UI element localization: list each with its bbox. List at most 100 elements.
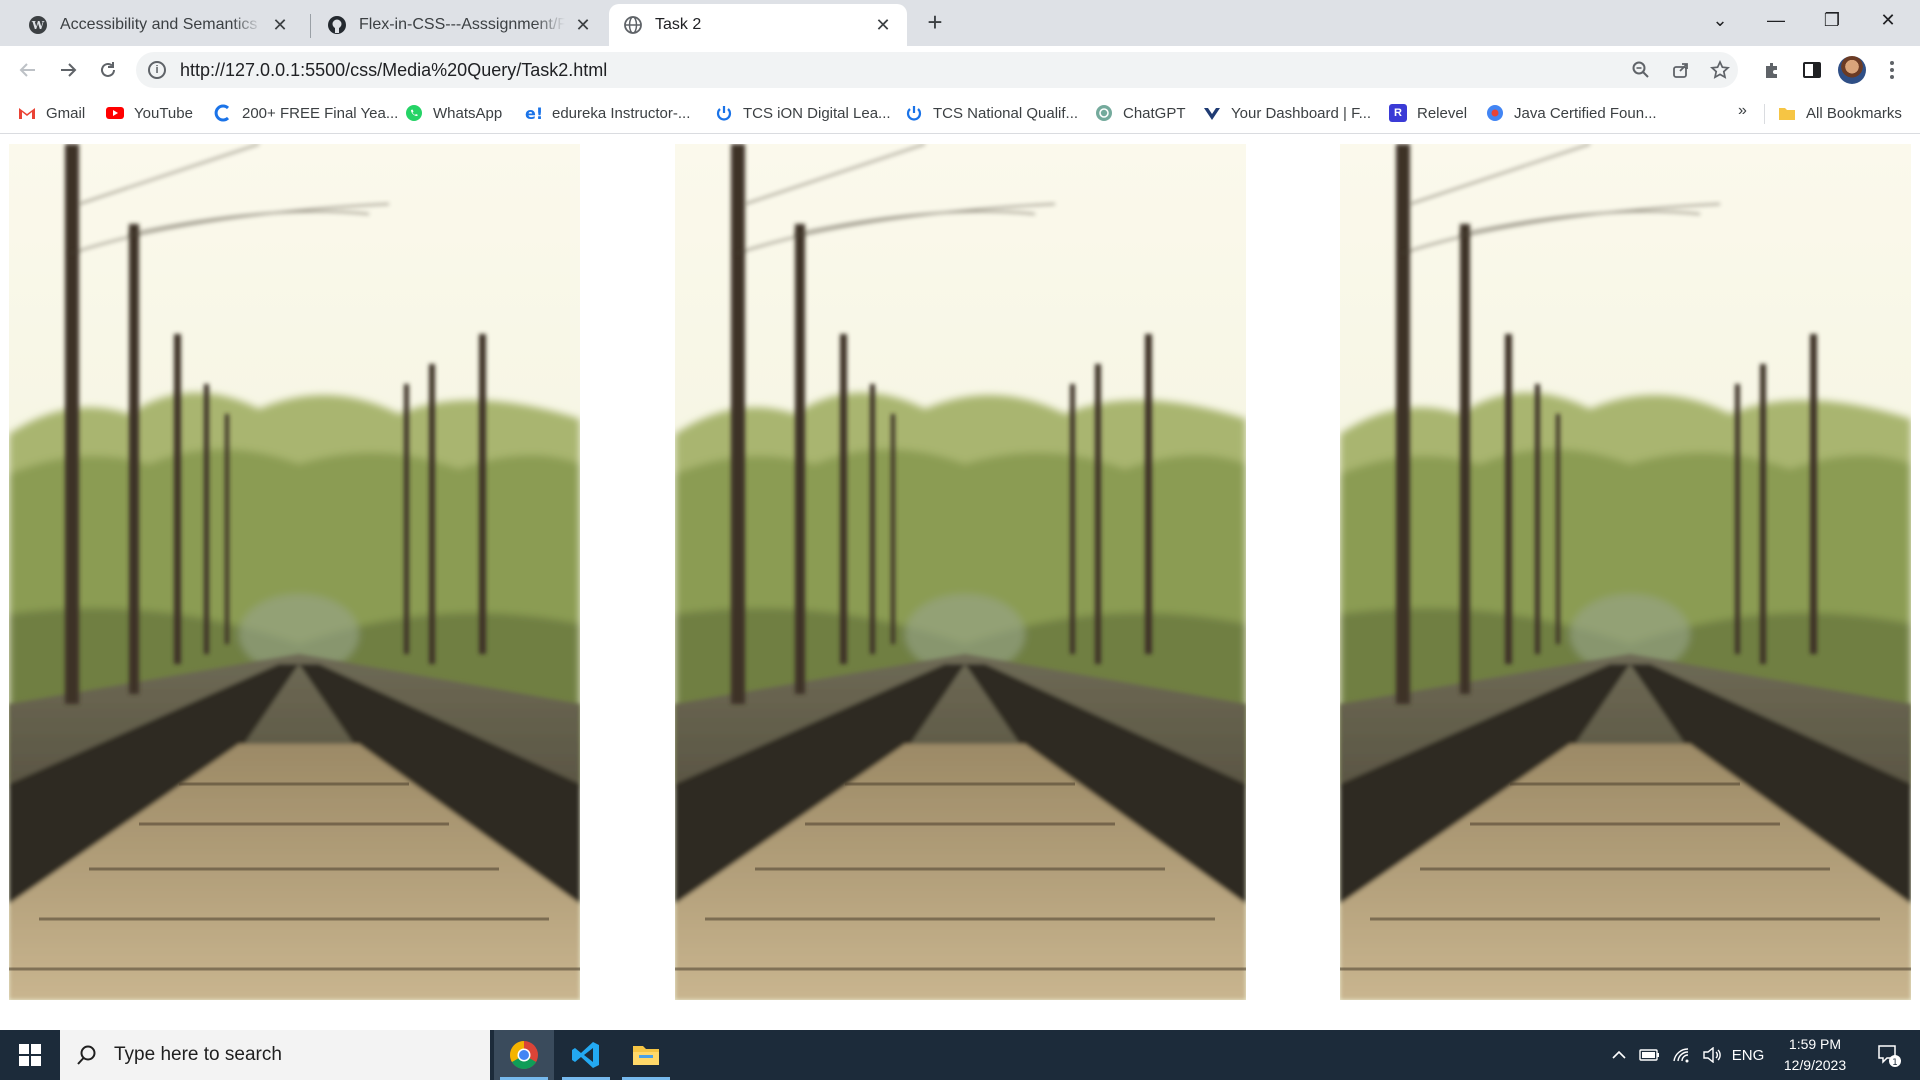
edureka-icon: e! — [525, 104, 542, 122]
reload-button[interactable] — [92, 54, 124, 86]
search-icon — [77, 1045, 96, 1065]
taskbar-vscode[interactable] — [556, 1030, 616, 1080]
notification-center-button[interactable]: 1 — [1864, 1030, 1914, 1080]
clock-time: 1:59 PM — [1788, 1036, 1842, 1052]
bookmark-label: Gmail — [46, 104, 86, 122]
profile-avatar[interactable] — [1838, 56, 1866, 84]
back-button[interactable] — [12, 54, 44, 86]
reload-icon — [101, 62, 115, 77]
minimize-button[interactable]: — — [1748, 0, 1804, 40]
svg-text:e!: e! — [525, 104, 542, 122]
taskbar-search[interactable]: Type here to search — [60, 1030, 490, 1080]
bookmark-youtube[interactable]: YouTube — [106, 94, 193, 132]
bookmark-label: TCS National Qualif... — [933, 104, 1079, 122]
site-info-icon[interactable]: i — [148, 61, 166, 79]
bookmark-edureka[interactable]: e! edureka Instructor-... — [524, 94, 690, 132]
svg-text:W: W — [31, 19, 45, 32]
bookmark-gmail[interactable]: Gmail — [18, 94, 85, 132]
zoom-icon[interactable] — [1623, 52, 1659, 88]
address-bar[interactable]: i http://127.0.0.1:5500/css/Media%20Quer… — [136, 52, 1738, 88]
dashboard-icon — [1204, 108, 1220, 120]
gmail-icon — [19, 108, 35, 119]
wordpress-icon: W — [29, 16, 47, 34]
close-icon[interactable]: ✕ — [270, 15, 290, 35]
battery-icon[interactable] — [1636, 1030, 1664, 1080]
folder-icon — [1779, 108, 1795, 120]
github-icon — [328, 16, 346, 34]
bookmark-java-certified[interactable]: Java Certified Foun... — [1486, 94, 1657, 132]
windows-logo-icon — [19, 1044, 41, 1066]
bookmarks-overflow-button[interactable]: » — [1738, 102, 1747, 120]
power-icon — [716, 106, 732, 121]
extensions-icon[interactable] — [1756, 54, 1788, 86]
railway-image-2 — [675, 144, 1246, 1000]
clock[interactable]: 1:59 PM 12/9/2023 — [1770, 1034, 1860, 1076]
tab-search-button[interactable]: ⌄ — [1692, 0, 1748, 40]
bookmark-label: Java Certified Foun... — [1514, 104, 1657, 122]
railway-image-3 — [1340, 144, 1911, 1000]
bookmark-tcs-ion[interactable]: TCS iON Digital Lea... — [715, 94, 891, 132]
bookmark-label: ChatGPT — [1123, 104, 1186, 122]
oracle-icon — [1487, 105, 1503, 121]
vscode-icon — [572, 1042, 599, 1068]
bookmark-label: Your Dashboard | F... — [1231, 104, 1372, 122]
tab-flex-in-css[interactable]: Flex-in-CSS---Asssignment/Flex/ ✕ — [313, 4, 607, 46]
start-button[interactable] — [0, 1030, 60, 1080]
url-text[interactable]: http://127.0.0.1:5500/css/Media%20Query/… — [180, 60, 607, 81]
bookmark-tcs-nqt[interactable]: TCS National Qualif... — [905, 94, 1078, 132]
notification-icon: 1 — [1878, 1045, 1901, 1068]
forward-button[interactable] — [52, 54, 84, 86]
tab-title: Task 2 — [655, 16, 702, 33]
chatgpt-icon — [1096, 105, 1112, 121]
taskbar-file-explorer[interactable] — [616, 1030, 676, 1080]
bookmark-label: WhatsApp — [433, 104, 503, 122]
bookmark-whatsapp[interactable]: WhatsApp — [405, 94, 502, 132]
bookmark-relevel[interactable]: R Relevel — [1389, 94, 1467, 132]
close-icon[interactable]: ✕ — [873, 15, 893, 35]
tab-title: Accessibility and Semantics - full — [60, 16, 262, 33]
tab-title: Flex-in-CSS---Asssignment/Flex/ — [359, 16, 565, 33]
taskbar-chrome[interactable] — [494, 1030, 554, 1080]
search-placeholder: Type here to search — [114, 1044, 282, 1065]
bookmark-label: edureka Instructor-... — [552, 104, 691, 122]
bookmarks-divider — [1764, 104, 1765, 124]
close-icon[interactable]: ✕ — [573, 15, 593, 35]
language-indicator[interactable]: ENG — [1728, 1030, 1768, 1080]
tab-task-2[interactable]: Task 2 ✕ — [609, 4, 907, 46]
page-content — [0, 134, 1920, 1030]
chrome-icon — [510, 1041, 538, 1069]
all-bookmarks-button[interactable]: All Bookmarks — [1778, 94, 1902, 132]
tab-separator — [310, 14, 311, 38]
side-panel-icon[interactable] — [1796, 54, 1828, 86]
arrow-left-icon — [19, 63, 35, 77]
bookmark-label: 200+ FREE Final Yea... — [242, 104, 399, 122]
browser-tab-strip: W Accessibility and Semantics - full ✕ F… — [0, 0, 1920, 46]
relevel-icon: R — [1389, 104, 1407, 122]
browser-toolbar: i http://127.0.0.1:5500/css/Media%20Quer… — [0, 46, 1920, 94]
bookmark-chatgpt[interactable]: ChatGPT — [1095, 94, 1186, 132]
bookmark-label: TCS iON Digital Lea... — [743, 104, 891, 122]
restore-button[interactable]: ❐ — [1804, 0, 1860, 40]
bookmarks-bar: Gmail YouTube 200+ FREE Final Yea... Wha… — [0, 94, 1920, 134]
bookmark-label: YouTube — [134, 104, 193, 122]
tab-accessibility[interactable]: W Accessibility and Semantics - full ✕ — [14, 4, 304, 46]
bookmark-dashboard[interactable]: Your Dashboard | F... — [1203, 94, 1371, 132]
volume-icon[interactable] — [1698, 1030, 1726, 1080]
whatsapp-icon — [406, 105, 422, 121]
menu-kebab-icon[interactable] — [1876, 54, 1908, 86]
bookmark-final-year[interactable]: 200+ FREE Final Yea... — [214, 94, 398, 132]
globe-icon — [624, 16, 642, 34]
railway-image-1 — [9, 144, 580, 1000]
show-hidden-icons[interactable] — [1606, 1030, 1632, 1080]
bookmark-star-icon[interactable] — [1702, 52, 1738, 88]
windows-taskbar: Type here to search ENG 1:59 PM 12/9/202… — [0, 1030, 1920, 1080]
all-bookmarks-label: All Bookmarks — [1806, 104, 1902, 122]
wifi-icon[interactable] — [1668, 1030, 1696, 1080]
arrow-right-icon — [61, 63, 77, 77]
file-explorer-icon — [633, 1046, 659, 1065]
bookmark-label: Relevel — [1417, 104, 1468, 122]
share-icon[interactable] — [1663, 52, 1699, 88]
close-window-button[interactable]: ✕ — [1860, 0, 1916, 40]
notification-count: 1 — [1892, 1058, 1898, 1068]
new-tab-button[interactable]: + — [920, 7, 950, 37]
